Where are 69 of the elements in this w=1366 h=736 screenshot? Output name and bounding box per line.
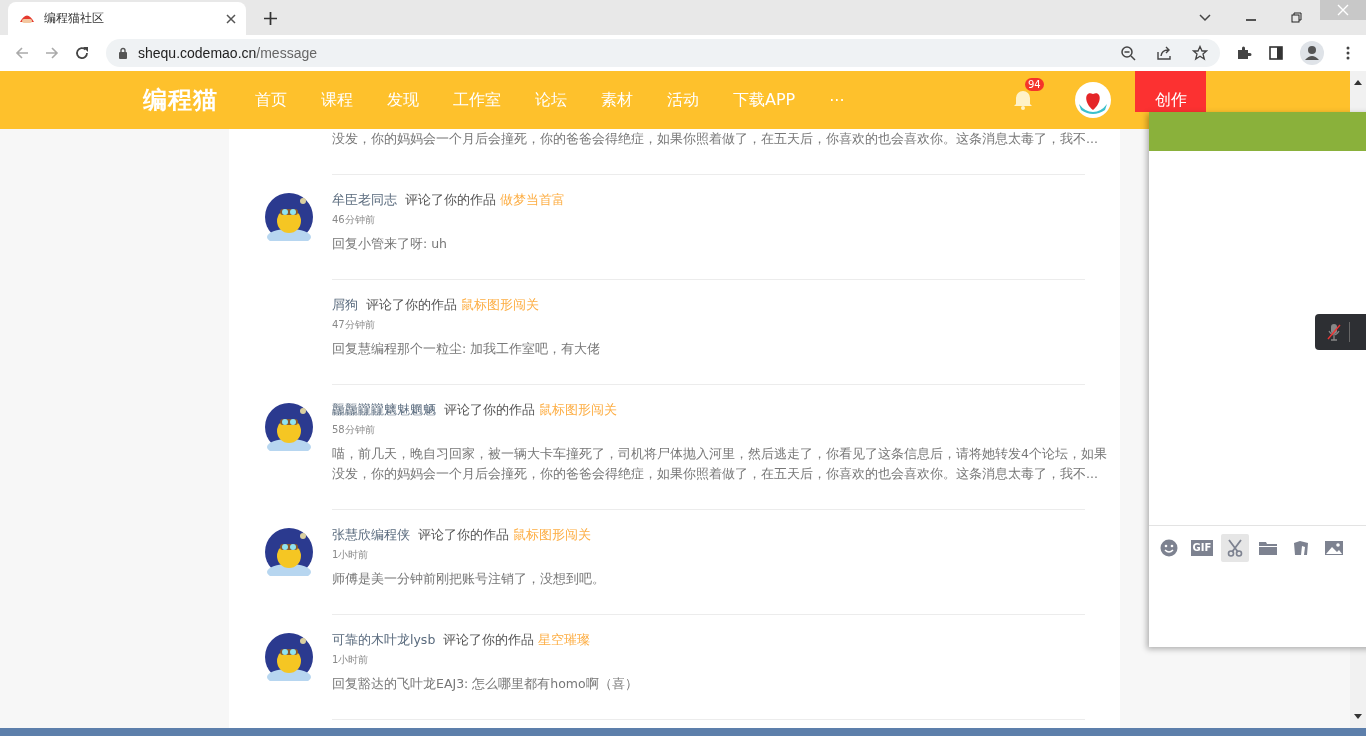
bell-icon[interactable] bbox=[1013, 88, 1033, 110]
reload-icon[interactable] bbox=[74, 45, 90, 61]
message-text: 师傅是美一分钟前刚把账号注销了，没想到吧。 bbox=[332, 570, 606, 588]
timestamp: 1小时前 bbox=[332, 653, 370, 667]
smiley-icon bbox=[1160, 539, 1178, 557]
nav-link[interactable]: 下载APP bbox=[716, 89, 813, 111]
work-link[interactable]: 鼠标图形闯关 bbox=[513, 526, 591, 544]
folder-icon bbox=[1259, 539, 1277, 557]
action-text: 评论了你的作品 bbox=[405, 191, 496, 209]
nav-link[interactable]: 发现 bbox=[370, 89, 436, 111]
scrollbar-bottom[interactable] bbox=[1350, 647, 1366, 728]
message-text: 没发，你的妈妈会一个月后会撞死，你的爸爸会得绝症，如果你照着做了，在五天后，你喜欢的也会喜欢你。这条消息太毒了，我不... bbox=[332, 465, 1099, 483]
action-text: 评论了你的作品 bbox=[418, 526, 509, 544]
timestamp: 47分钟前 bbox=[332, 318, 376, 332]
message-text: 回复慧编程那个一粒尘: 加我工作室吧，有大佬 bbox=[332, 340, 602, 358]
username-link[interactable]: 屑狗 bbox=[332, 296, 358, 314]
nav-link[interactable]: 工作室 bbox=[436, 89, 518, 111]
chevron-down-icon[interactable] bbox=[1199, 12, 1211, 24]
scroll-down-icon[interactable] bbox=[1354, 714, 1362, 720]
work-link[interactable]: 星空璀璨 bbox=[538, 631, 591, 649]
share-icon[interactable] bbox=[1156, 45, 1172, 61]
work-link[interactable]: 鼠标图形闯关 bbox=[461, 296, 539, 314]
user-avatar[interactable] bbox=[1075, 82, 1111, 118]
close-icon bbox=[1337, 4, 1349, 16]
scrollbar-top[interactable] bbox=[1350, 71, 1366, 112]
timestamp: 1小时前 bbox=[332, 548, 370, 562]
plus-icon[interactable] bbox=[264, 12, 277, 25]
timestamp: 58分钟前 bbox=[332, 423, 376, 437]
action-text: 评论了你的作品 bbox=[444, 401, 535, 419]
tab-title: 编程猫社区 bbox=[44, 10, 105, 27]
message-text: 喵，前几天，晚自习回家，被一辆大卡车撞死了，司机将尸体抛入河里，然后逃走了，你看见了这条信息后，请将她转发4个论坛，如果 bbox=[332, 445, 1107, 463]
message-text: 回复豁达的飞叶龙EAJ3: 怎么哪里都有homo啊（喜） bbox=[332, 675, 639, 693]
scroll-up-icon[interactable] bbox=[1354, 79, 1362, 85]
lock-icon bbox=[118, 47, 128, 59]
cat-logo-icon bbox=[20, 14, 34, 23]
nav-link[interactable]: 素材 bbox=[584, 89, 650, 111]
work-link[interactable]: 做梦当首富 bbox=[500, 191, 565, 209]
nav-link[interactable]: ··· bbox=[812, 90, 862, 110]
username-link[interactable]: 牟臣老同志 bbox=[332, 191, 397, 209]
close-icon[interactable] bbox=[226, 13, 236, 24]
username-link[interactable]: 可靠的木叶龙lysb bbox=[332, 631, 436, 649]
nav-link[interactable]: 活动 bbox=[650, 89, 716, 111]
side-panel-icon[interactable] bbox=[1268, 45, 1284, 61]
nav-link[interactable]: 首页 bbox=[238, 89, 304, 111]
nav-link[interactable]: 课程 bbox=[304, 89, 370, 111]
action-text: 评论了你的作品 bbox=[443, 631, 535, 649]
nav-link[interactable]: 论坛 bbox=[518, 89, 584, 111]
action-text: 评论了你的作品 bbox=[366, 296, 457, 314]
muted-mic-icon[interactable] bbox=[1327, 323, 1341, 341]
profile-icon[interactable] bbox=[1300, 41, 1324, 65]
site-logo[interactable]: 编程猫 bbox=[143, 84, 218, 116]
create-button[interactable]: 创作 bbox=[1135, 71, 1206, 112]
work-link[interactable]: 鼠标图形闯关 bbox=[539, 401, 617, 419]
scissors-button[interactable] bbox=[1221, 534, 1249, 562]
timestamp: 46分钟前 bbox=[332, 213, 376, 227]
image-icon bbox=[1325, 539, 1343, 557]
browser-tab[interactable]: 编程猫社区 bbox=[8, 2, 246, 35]
gif-button[interactable]: GIF bbox=[1188, 534, 1216, 562]
message-text: 没发，你的妈妈会一个月后会撞死，你的爸爸会得绝症，如果你照着做了，在五天后，你喜欢的也会喜欢你。这条消息太毒了，我不... bbox=[332, 130, 1098, 148]
notification-badge: 94 bbox=[1025, 78, 1044, 91]
username-link[interactable]: 张慧欣编程侠 bbox=[332, 526, 410, 544]
puzzle-icon[interactable] bbox=[1236, 45, 1252, 61]
username-link[interactable]: 龘龘龖龖魑魅魍魉 bbox=[332, 401, 436, 419]
scissors-icon bbox=[1226, 539, 1244, 557]
address-bar[interactable]: shequ.codemao.cn/message bbox=[106, 39, 1220, 67]
restore-icon[interactable] bbox=[1291, 12, 1303, 24]
message-text: 回复小管来了呀: uh bbox=[332, 235, 449, 253]
zoom-out-icon[interactable] bbox=[1120, 45, 1136, 61]
star-icon[interactable] bbox=[1192, 45, 1208, 61]
